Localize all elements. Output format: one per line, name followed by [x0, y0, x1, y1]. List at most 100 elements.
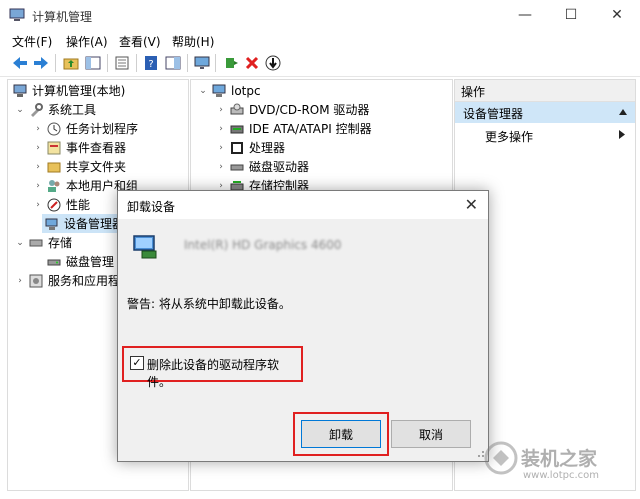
- chevron-right-icon[interactable]: ›: [215, 105, 227, 115]
- ide-controller-icon: [230, 122, 244, 136]
- toolbar: ?: [0, 50, 640, 77]
- device-name-label: Intel(R) HD Graphics 4600: [184, 238, 342, 252]
- tree-item-storage[interactable]: ⌄ 存储: [14, 233, 72, 252]
- toolbar-separator: [215, 54, 216, 72]
- tree-label: 计算机管理(本地): [32, 84, 126, 98]
- delete-driver-checkbox[interactable]: ✓: [130, 356, 144, 370]
- computer-icon: [212, 84, 226, 98]
- help-icon[interactable]: ?: [141, 53, 161, 73]
- device-category-processor[interactable]: › 处理器: [215, 138, 285, 157]
- highlight-box-uninstall: 卸载: [293, 412, 389, 456]
- disk-icon: [47, 255, 61, 269]
- dialog-title: 卸载设备: [127, 200, 176, 214]
- action-label: 设备管理器: [463, 107, 524, 121]
- chevron-right-icon[interactable]: ›: [14, 276, 26, 286]
- toolbar-separator: [107, 54, 108, 72]
- chevron-right-icon[interactable]: ›: [215, 162, 227, 172]
- tree-item-event-viewer[interactable]: › 事件查看器: [32, 138, 126, 157]
- tree-item-disk-management[interactable]: 磁盘管理: [44, 252, 114, 271]
- up-folder-icon[interactable]: [61, 53, 81, 73]
- disk-drive-icon: [230, 160, 244, 174]
- tree-label: 系统工具: [48, 103, 97, 117]
- watermark: 装机之家 www.lotpc.com: [483, 440, 638, 496]
- tree-item-task-scheduler[interactable]: › 任务计划程序: [32, 119, 138, 138]
- watermark-url: www.lotpc.com: [523, 470, 599, 481]
- performance-icon: [47, 198, 61, 212]
- device-category-disk[interactable]: › 磁盘驱动器: [215, 157, 309, 176]
- scan-download-icon[interactable]: [263, 53, 283, 73]
- window-titlebar: 计算机管理 — ☐ ✕: [0, 0, 640, 30]
- back-icon[interactable]: [10, 53, 30, 73]
- chevron-right-icon[interactable]: ›: [32, 200, 44, 210]
- window-title: 计算机管理: [32, 10, 93, 24]
- collapse-up-icon[interactable]: [619, 109, 627, 115]
- action-label: 更多操作: [485, 130, 534, 144]
- action-device-manager[interactable]: 设备管理器: [455, 102, 635, 123]
- clock-icon: [47, 122, 61, 136]
- device-label: lotpc: [231, 83, 261, 98]
- toolbar-separator: [136, 54, 137, 72]
- menu-view[interactable]: 查看(V): [119, 33, 161, 50]
- chevron-right-icon[interactable]: ›: [215, 143, 227, 153]
- cancel-button[interactable]: 取消: [391, 420, 471, 448]
- uninstall-button[interactable]: 卸载: [301, 420, 381, 448]
- forward-icon[interactable]: [31, 53, 51, 73]
- chevron-down-icon[interactable]: ⌄: [14, 238, 26, 248]
- chevron-right-icon[interactable]: ›: [215, 181, 227, 191]
- chevron-right-icon[interactable]: ›: [32, 162, 44, 172]
- tree-item-services[interactable]: › 服务和应用程序: [14, 271, 132, 290]
- device-root[interactable]: ⌄ lotpc: [197, 81, 261, 100]
- tree-item-root[interactable]: 计算机管理(本地): [10, 81, 125, 100]
- tree-label: 任务计划程序: [66, 122, 139, 136]
- chevron-right-icon[interactable]: ›: [32, 143, 44, 153]
- expand-right-icon: [619, 130, 625, 139]
- show-hide-tree-icon[interactable]: [83, 53, 103, 73]
- dialog-close-button[interactable]: ✕: [465, 195, 478, 214]
- shared-folder-icon: [47, 160, 61, 174]
- tree-item-shared-folders[interactable]: › 共享文件夹: [32, 157, 126, 176]
- delete-driver-label[interactable]: 删除此设备的驱动程序软件。: [147, 356, 301, 390]
- close-button[interactable]: ✕: [594, 0, 640, 30]
- menu-action[interactable]: 操作(A): [66, 33, 108, 50]
- device-label: 磁盘驱动器: [249, 160, 310, 174]
- device-category-dvd[interactable]: › DVD/CD-ROM 驱动器: [215, 100, 369, 119]
- properties-icon[interactable]: [112, 53, 132, 73]
- action-pane-header: 操作: [455, 80, 635, 102]
- menu-bar: 文件(F) 操作(A) 查看(V) 帮助(H): [0, 30, 640, 50]
- minimize-button[interactable]: —: [502, 0, 548, 30]
- tree-label: 磁盘管理: [66, 255, 115, 269]
- computer-icon: [13, 84, 27, 98]
- menu-help[interactable]: 帮助(H): [172, 33, 214, 50]
- toolbar-separator: [187, 54, 188, 72]
- uninstall-x-icon[interactable]: [242, 53, 262, 73]
- tree-label: 存储: [48, 236, 73, 250]
- computer-management-icon: [9, 8, 25, 21]
- dvd-drive-icon: [230, 103, 244, 117]
- display-adapter-icon: [133, 235, 157, 259]
- chevron-down-icon[interactable]: ⌄: [197, 86, 209, 96]
- update-driver-icon[interactable]: [221, 53, 241, 73]
- chevron-right-icon[interactable]: ›: [32, 181, 44, 191]
- chevron-down-icon[interactable]: ⌄: [14, 105, 26, 115]
- services-icon: [29, 274, 43, 288]
- tree-item-performance[interactable]: › 性能: [32, 195, 90, 214]
- tree-item-system-tools[interactable]: ⌄ 系统工具: [14, 100, 96, 119]
- storage-icon: [29, 236, 43, 250]
- warning-text: 警告: 将从系统中卸载此设备。: [127, 297, 291, 311]
- action-more-actions[interactable]: 更多操作: [455, 125, 635, 146]
- chevron-right-icon[interactable]: ›: [32, 124, 44, 134]
- event-viewer-icon: [47, 141, 61, 155]
- users-icon: [47, 179, 61, 193]
- view-icon[interactable]: [163, 53, 183, 73]
- toolbar-separator: [55, 54, 56, 72]
- dialog-titlebar: 卸载设备 ✕: [118, 191, 488, 219]
- monitor-icon[interactable]: [192, 53, 212, 73]
- tools-icon: [29, 102, 43, 117]
- maximize-button[interactable]: ☐: [548, 0, 594, 30]
- menu-file[interactable]: 文件(F): [12, 33, 52, 50]
- device-label: 处理器: [249, 141, 286, 155]
- device-category-ide[interactable]: › IDE ATA/ATAPI 控制器: [215, 119, 371, 138]
- watermark-brand: 装机之家: [521, 448, 598, 470]
- tree-label: 共享文件夹: [66, 160, 127, 174]
- chevron-right-icon[interactable]: ›: [215, 124, 227, 134]
